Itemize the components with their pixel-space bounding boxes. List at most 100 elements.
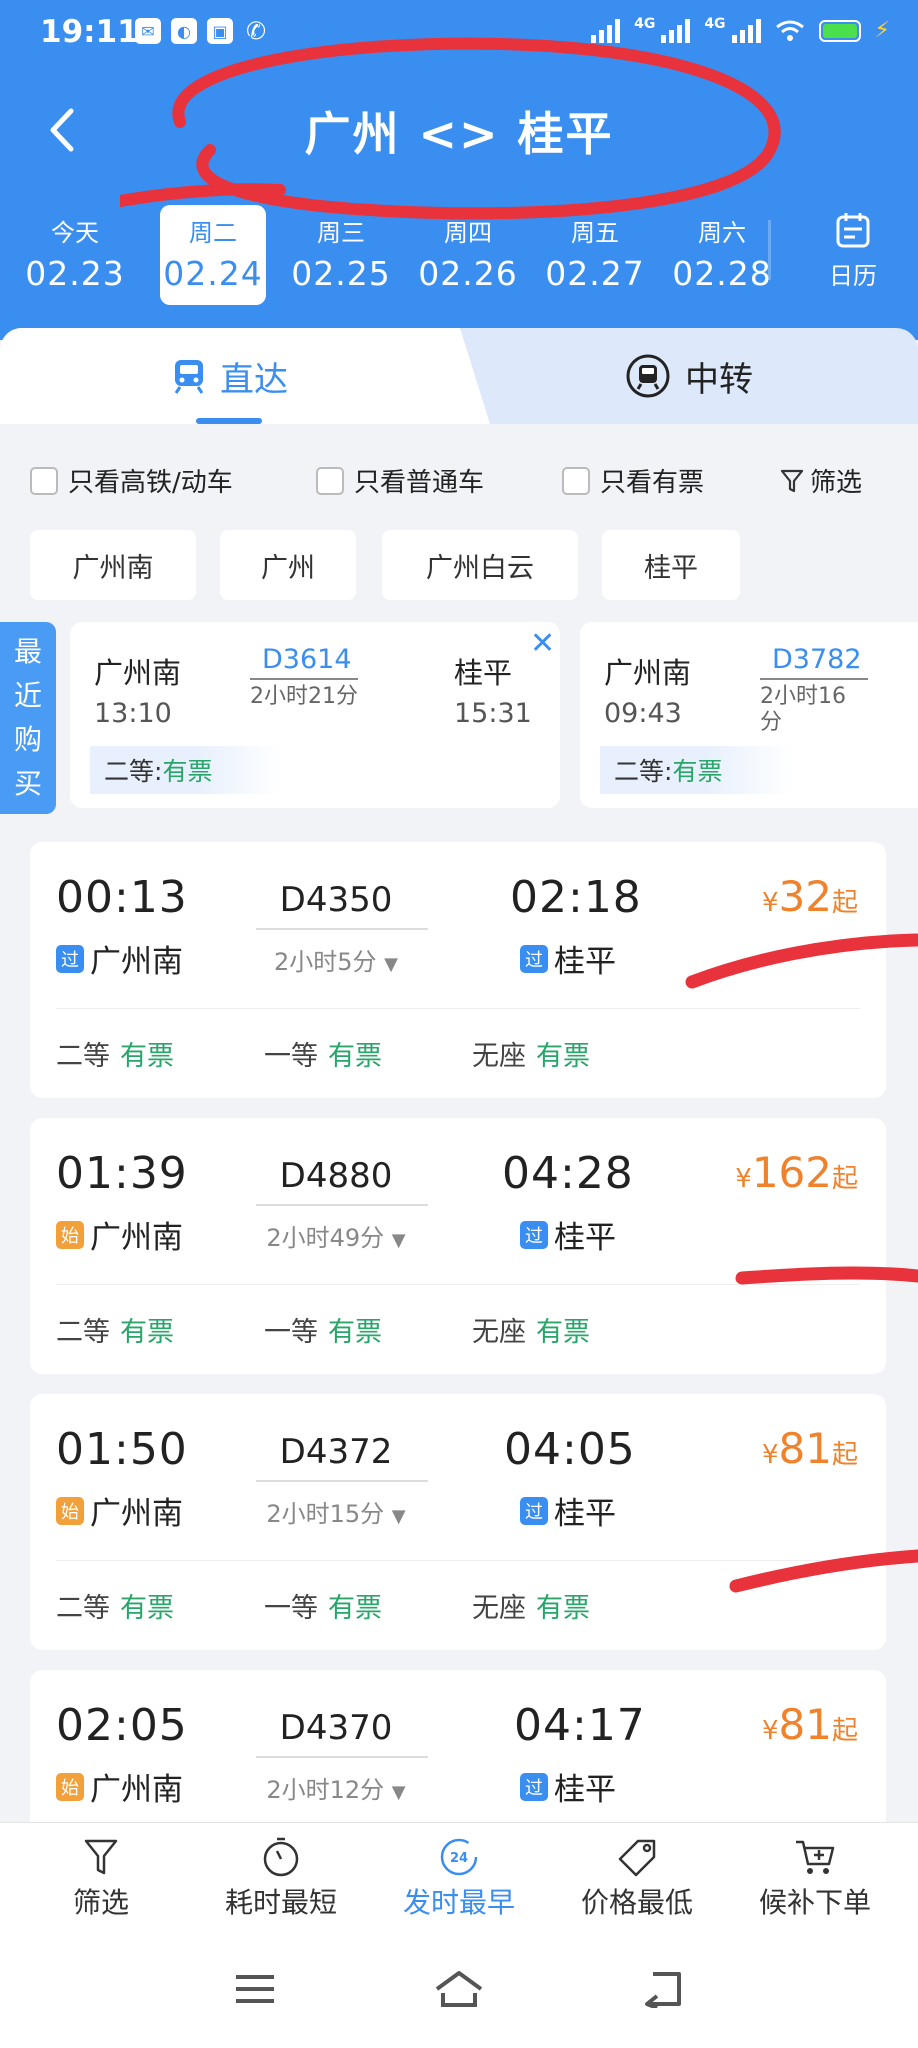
arrival-station-name: 桂平 (554, 1772, 616, 1808)
sort-shortest-button[interactable]: 耗时最短 (196, 1833, 366, 1921)
train-number: D4350 (279, 880, 393, 920)
price-suffix: 起 (831, 1164, 858, 1194)
date-tab-weekday: 今天 (51, 219, 99, 247)
recent-purchase-card[interactable]: 广州南 13:10 D3614 2小时21分 桂平 15:31 二等: 有票 ✕ (70, 622, 560, 808)
date-tab[interactable]: 周二 02.24 (160, 205, 266, 305)
caret-down-icon: ▼ (384, 954, 399, 975)
regular-only-checkbox[interactable]: 只看普通车 (316, 462, 484, 499)
duration-dropdown[interactable]: 2小时12分 ▼ (250, 1770, 422, 1805)
recent-to-station: 桂平 (454, 656, 513, 690)
seat-class: 无座 (472, 1041, 526, 1072)
date-tab[interactable]: 周三 02.25 (288, 205, 394, 305)
date-tab-weekday: 周三 (317, 219, 365, 247)
arrival-time: 04:17 (514, 1700, 646, 1751)
price-suffix: 起 (831, 888, 858, 918)
checkbox-icon (562, 466, 590, 495)
departure-station-name: 广州南 (90, 1220, 183, 1256)
date-tab[interactable]: 周六 02.28 (669, 205, 775, 305)
arrival-station-name: 桂平 (554, 1220, 616, 1256)
arrival-station: 过桂平 (520, 1764, 616, 1809)
page-title: 广州 <> 桂平 (304, 107, 614, 161)
date-tab[interactable]: 今天 02.23 (22, 205, 128, 305)
tab-direct[interactable]: 直达 (0, 328, 460, 424)
recent-from-station: 广州南 (94, 656, 182, 690)
seat-class: 无座 (472, 1317, 526, 1348)
sort-earliest-button[interactable]: 24 发时最早 (374, 1833, 544, 1921)
train-number: D4880 (279, 1156, 393, 1196)
tab-transfer[interactable]: 中转 (460, 328, 918, 424)
signal-icon-1 (591, 18, 621, 43)
sort-cheapest-button[interactable]: 价格最低 (552, 1833, 722, 1921)
seat-availability: 一等 有票 (264, 1310, 382, 1349)
recent-seat-status: 有票 (162, 757, 213, 786)
home-icon (435, 1971, 483, 2007)
seat-status: 有票 (536, 1317, 590, 1348)
clock-24-icon: 24 (440, 1838, 478, 1876)
departure-station: 始广州南 (56, 1764, 183, 1809)
seat-status: 有票 (536, 1041, 590, 1072)
date-tab-date: 02.23 (25, 254, 125, 293)
duration-dropdown[interactable]: 2小时49分 ▼ (250, 1218, 422, 1253)
waitlist-button[interactable]: 候补下单 (730, 1833, 900, 1921)
seat-availability: 无座 有票 (472, 1310, 590, 1349)
date-tab-weekday: 周六 (698, 219, 746, 247)
date-tab[interactable]: 周五 02.27 (542, 205, 648, 305)
duration-text: 2小时49分 (266, 1224, 385, 1252)
seat-status: 有票 (328, 1317, 382, 1348)
station-type-badge: 始 (56, 1496, 84, 1525)
price-currency: ¥ (761, 888, 779, 918)
toolbar-filter-button[interactable]: 筛选 (16, 1833, 186, 1921)
seat-status: 有票 (328, 1041, 382, 1072)
seat-availability: 一等 有票 (264, 1034, 382, 1073)
available-only-checkbox[interactable]: 只看有票 (562, 462, 704, 499)
departure-time: 02:05 (56, 1700, 188, 1751)
close-icon[interactable]: ✕ (530, 626, 555, 661)
recent-label-char: 买 (13, 767, 42, 800)
price: ¥81 起 (762, 1424, 858, 1473)
recent-purchase-card[interactable]: 广州南 09:43 D3782 2小时16分 二等: 有票 (580, 622, 918, 808)
header-bar: 19:11 ✉ ◐ ▣ ✆ 4G 4G ⚡ 广州 <> 桂平 今天 02.23 周二… (0, 0, 918, 340)
sort-cheapest-label: 价格最低 (580, 1886, 693, 1919)
menu-nav-button[interactable] (225, 1964, 285, 2014)
calendar-button[interactable]: 日历 (810, 210, 896, 291)
recent-seat-info: 二等: 有票 (600, 746, 793, 794)
station-chip[interactable]: 广州白云 (382, 530, 578, 600)
train-card[interactable]: 01:39 始广州南 D4880 2小时49分 ▼ 04:28 过桂平 ¥162 起二等 有票一… (30, 1118, 886, 1374)
station-chip[interactable]: 广州南 (30, 530, 196, 600)
arrival-time: 04:05 (504, 1424, 636, 1475)
departure-station-name: 广州南 (90, 1772, 183, 1808)
date-tab[interactable]: 周四 02.26 (415, 205, 521, 305)
home-nav-button[interactable] (429, 1964, 489, 2014)
arrival-station: 过桂平 (520, 936, 616, 981)
recent-label-char: 近 (13, 679, 42, 712)
back-nav-button[interactable] (633, 1964, 693, 2014)
cart-icon (796, 1840, 835, 1874)
stopwatch-icon (263, 1837, 299, 1877)
filter-button[interactable]: 筛选 (780, 462, 862, 499)
price-tag-icon (618, 1839, 656, 1877)
filter-label: 筛选 (810, 468, 863, 498)
departure-time: 00:13 (56, 872, 188, 923)
recent-seat-status: 有票 (672, 757, 723, 786)
date-tab-date: 02.26 (418, 254, 518, 293)
train-card[interactable]: 00:13 过广州南 D4350 2小时5分 ▼ 02:18 过桂平 ¥32 起二等 有票 一等有… (30, 842, 886, 1098)
date-divider (768, 220, 771, 280)
tab-direct-label: 直达 (220, 359, 288, 400)
train-card[interactable]: 01:50 始广州南 D4372 2小时15分 ▼ 04:05 过桂平 ¥81 起二等 有票 一等… (30, 1394, 886, 1650)
status-bar: 19:11 ✉ ◐ ▣ ✆ 4G 4G ⚡ (0, 0, 918, 70)
station-type-badge: 过 (520, 1496, 548, 1525)
duration-dropdown[interactable]: 2小时15分 ▼ (250, 1494, 422, 1529)
station-chip[interactable]: 桂平 (602, 530, 740, 600)
system-status-icons: 4G 4G ⚡ (591, 16, 890, 43)
duration-dropdown[interactable]: 2小时5分 ▼ (250, 942, 422, 977)
recent-purchases-tab[interactable]: 最 近 购 买 (0, 622, 56, 814)
station-type-badge: 始 (56, 1220, 84, 1249)
checkbox-icon (316, 466, 344, 495)
station-chip[interactable]: 广州 (220, 530, 356, 600)
charging-icon: ⚡ (874, 18, 890, 43)
card-divider (56, 1284, 860, 1285)
date-tab-weekday: 周二 (189, 219, 237, 247)
high-speed-only-checkbox[interactable]: 只看高铁/动车 (30, 462, 233, 499)
card-divider (56, 1008, 860, 1009)
caret-down-icon: ▼ (391, 1782, 406, 1803)
